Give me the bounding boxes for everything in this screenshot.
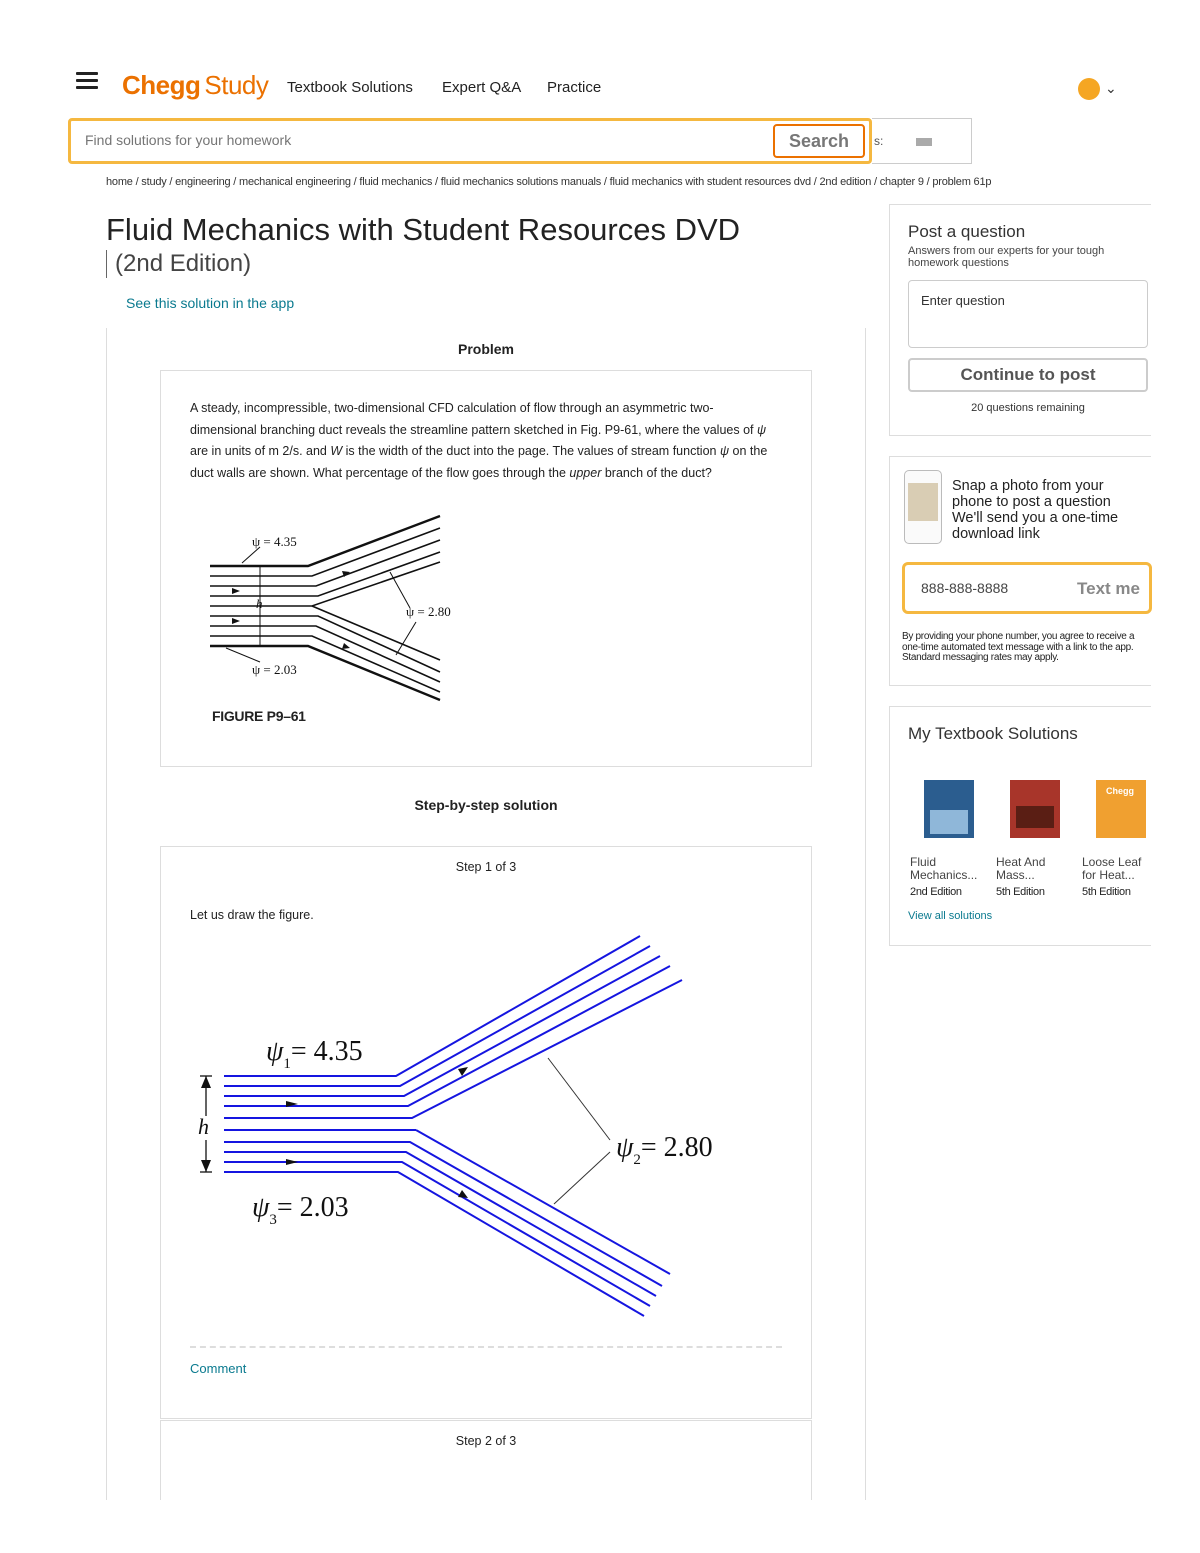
h-label: h <box>256 596 263 611</box>
nav-practice[interactable]: Practice <box>547 79 601 96</box>
chevron-down-icon[interactable]: ⌄ <box>1105 80 1117 97</box>
svg-text:ψ2= 2.80: ψ2= 2.80 <box>616 1132 713 1168</box>
problem-text-part: is the width of the duct into the page. … <box>342 444 720 458</box>
view-all-solutions-link[interactable]: View all solutions <box>908 910 992 922</box>
figure-caption: FIGURE P9–61 <box>212 708 306 724</box>
psi3-subscript: 3 <box>269 1212 277 1228</box>
post-question-title: Post a question <box>908 222 1026 241</box>
textbook-cover[interactable] <box>1010 780 1060 838</box>
h-label: h <box>198 1114 209 1139</box>
textbook-edition: 5th Edition <box>996 886 1045 898</box>
logo-study: Study <box>204 70 269 100</box>
textbook-edition: 2nd Edition <box>910 886 962 898</box>
divider <box>190 1346 782 1348</box>
step-1-text: Let us draw the figure. <box>190 908 314 922</box>
textbook-cover[interactable]: Chegg <box>1096 780 1146 838</box>
svg-text:ψ1= 4.35: ψ1= 4.35 <box>266 1036 363 1072</box>
logo-chegg: Chegg <box>122 70 201 100</box>
w-symbol: W <box>330 444 343 458</box>
see-solution-in-app-link[interactable]: See this solution in the app <box>126 295 294 311</box>
psi3-symbol: ψ <box>252 1192 270 1223</box>
question-placeholder: Enter question <box>921 293 1005 308</box>
textbook-name[interactable]: Fluid Mechanics... <box>910 856 980 882</box>
phone-number-field[interactable]: 888-888-8888 Text me <box>902 562 1152 614</box>
psi-top-label: ψ = 4.35 <box>252 534 297 549</box>
step-1-label: Step 1 of 3 <box>455 860 517 874</box>
chegg-study-logo[interactable]: Chegg Study <box>122 70 269 101</box>
psi-symbol: ψ <box>756 422 767 437</box>
search-button[interactable]: Search <box>773 124 865 158</box>
sms-disclaimer: By providing your phone number, you agre… <box>902 631 1135 663</box>
problem-figure: ψ = 4.35 h ψ = 2.80 ψ = 2.03 <box>210 514 451 702</box>
textbook-cover[interactable] <box>924 780 974 838</box>
step-2-label: Step 2 of 3 <box>455 1434 517 1448</box>
camera-icon[interactable] <box>916 138 932 146</box>
nav-textbook-solutions[interactable]: Textbook Solutions <box>287 79 413 96</box>
textbook-edition: 5th Edition <box>1082 886 1131 898</box>
user-avatar-icon[interactable] <box>1078 78 1100 100</box>
psi1-subscript: 1 <box>283 1056 291 1072</box>
psi3-value: = 2.03 <box>277 1192 349 1223</box>
textbook-name[interactable]: Loose Leaf for Heat... <box>1082 856 1148 882</box>
comment-link[interactable]: Comment <box>190 1361 246 1376</box>
phone-placeholder: 888-888-8888 <box>921 580 1009 596</box>
step-1-figure: h ψ1= 4.35 ψ2= 2.80 ψ3= 2.03 <box>196 935 713 1317</box>
problem-text-part: are in units of m 2/s. and <box>190 444 331 458</box>
post-question-subtitle: Answers from our experts for your tough … <box>908 245 1105 269</box>
cover-chegg-text: Chegg <box>1106 786 1134 796</box>
book-edition: (2nd Edition) <box>106 250 251 278</box>
page-title: Fluid Mechanics with Student Resources D… <box>106 212 741 247</box>
search-extension: s: <box>872 118 972 164</box>
step-by-step-heading: Step-by-step solution <box>414 797 558 813</box>
breadcrumb[interactable]: home / study / engineering / mechanical … <box>106 176 991 188</box>
search-extra-label: s: <box>874 134 884 148</box>
psi2-subscript: 2 <box>633 1152 641 1168</box>
phone-icon <box>904 470 942 544</box>
snap-photo-text: Snap a photo from your phone to post a q… <box>952 478 1119 542</box>
svg-text:ψ3= 2.03: ψ3= 2.03 <box>252 1192 349 1228</box>
problem-heading: Problem <box>457 341 514 357</box>
upper-emphasis: upper <box>569 465 602 480</box>
question-input[interactable]: Enter question <box>908 280 1148 348</box>
problem-text: A steady, incompressible, two-dimensiona… <box>190 398 780 484</box>
search-input[interactable] <box>83 131 767 149</box>
questions-remaining: 20 questions remaining <box>971 402 1085 414</box>
psi1-symbol: ψ <box>266 1036 284 1067</box>
problem-text-part: branch of the duct? <box>601 465 712 480</box>
textbook-name[interactable]: Heat And Mass... <box>996 856 1066 882</box>
my-textbook-solutions-title: My Textbook Solutions <box>908 724 1078 743</box>
problem-text-part: A steady, incompressible, two-dimensiona… <box>190 401 757 437</box>
nav-expert-qa[interactable]: Expert Q&A <box>442 79 521 96</box>
continue-to-post-button[interactable]: Continue to post <box>908 358 1148 392</box>
psi2-value: = 2.80 <box>641 1132 713 1163</box>
psi1-value: = 4.35 <box>291 1036 363 1067</box>
psi2-symbol: ψ <box>616 1132 634 1163</box>
hamburger-menu-icon[interactable] <box>76 72 98 90</box>
psi-mid-label: ψ = 2.80 <box>406 604 451 619</box>
text-me-button[interactable]: Text me <box>1077 579 1140 599</box>
psi-symbol: ψ <box>719 444 730 458</box>
step-2-box <box>160 1420 812 1500</box>
search-bar: Search <box>68 118 872 164</box>
psi-bottom-label: ψ = 2.03 <box>252 662 297 677</box>
